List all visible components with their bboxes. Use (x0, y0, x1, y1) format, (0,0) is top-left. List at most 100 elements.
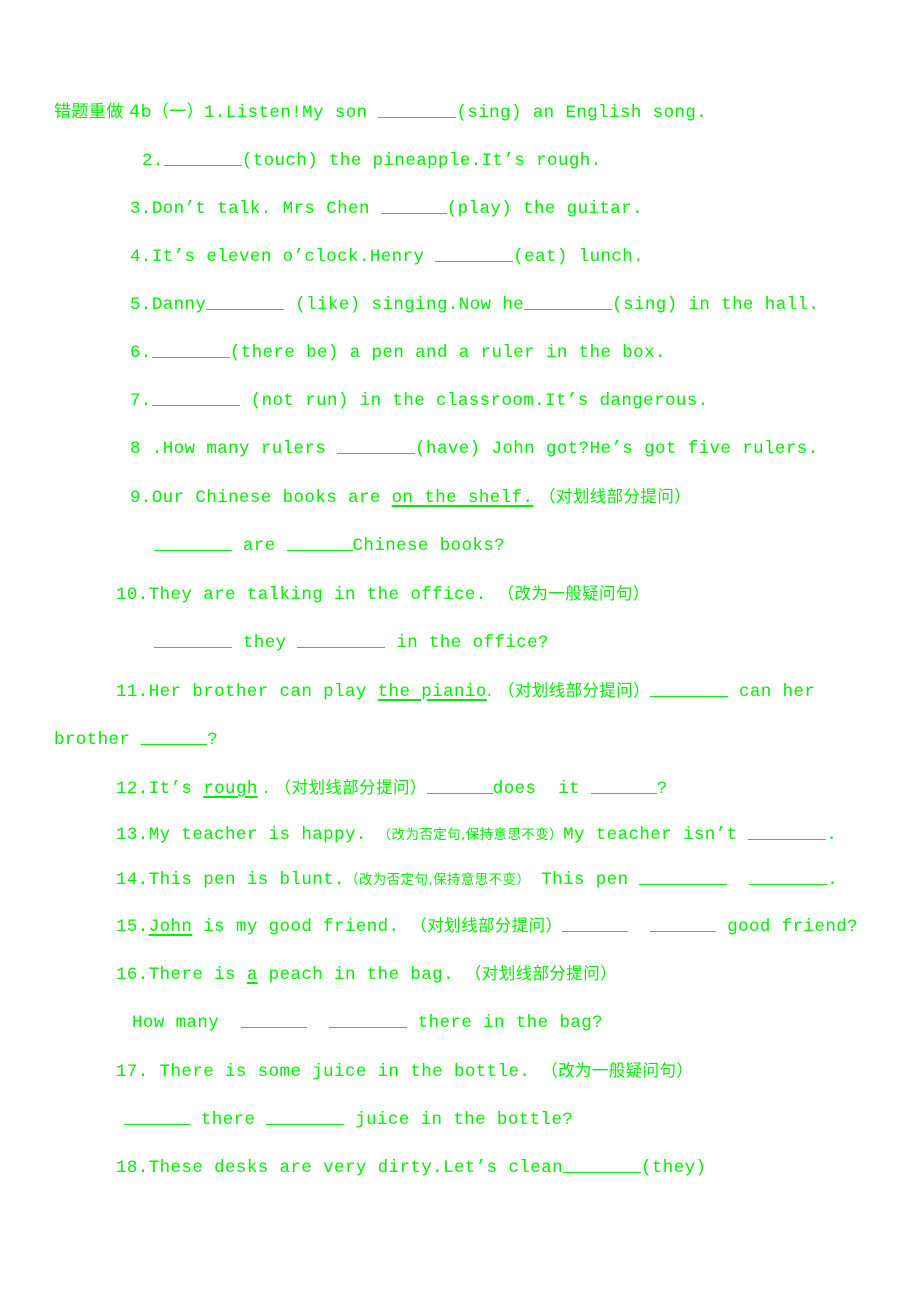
item-9-answer-post: Chinese books? (352, 536, 506, 556)
item-5-blank-2[interactable] (524, 292, 613, 310)
item-3-post: (play) the guitar. (446, 199, 643, 219)
item-14-sp (727, 870, 749, 890)
item-13-pre: My teacher is happy. (148, 825, 378, 845)
item-15-underlined-phrase: John (148, 917, 193, 937)
item-9-instruction: （对划线部分提问） (533, 487, 692, 506)
line-item-10-answer: they in the office? (54, 619, 880, 667)
item-14-blank-2[interactable] (749, 867, 828, 885)
item-11-underlined-phrase: the pianio (377, 682, 487, 702)
item-14-pre: This pen is blunt. (148, 870, 345, 890)
item-7-post: (not run) in the classroom.It’s dangerou… (239, 391, 709, 411)
item-4-number: 4. (130, 247, 152, 267)
item-13-blank-1[interactable] (748, 822, 827, 840)
line-item-12: 12.It’s rough . （对划线部分提问） does it ? (54, 764, 880, 813)
item-3-blank-1[interactable] (380, 196, 447, 214)
line-item-7: 7. (not run) in the classroom.It’s dange… (54, 377, 880, 425)
item-14-blank-1[interactable] (639, 867, 728, 885)
item-13-instruction: （改为否定句,保持意思不变） (377, 827, 564, 843)
item-16-blank-1[interactable] (241, 1010, 308, 1028)
item-5-blank-1[interactable] (206, 292, 285, 310)
item-8-number: 8 . (130, 439, 163, 459)
item-11-number: 11. (116, 682, 149, 702)
item-12-answer-post: ? (656, 779, 668, 799)
item-16-number: 16. (116, 965, 149, 985)
item-11-instruction: . （对划线部分提问） (486, 681, 651, 700)
item-4-blank-1[interactable] (435, 244, 514, 262)
line-item-8: 8 .How many rulers (have) John got?He’s … (54, 425, 880, 473)
item-2-post: (touch) the pineapple.It’s rough. (241, 151, 602, 171)
line-item-17: 17. There is some juice in the bottle. （… (54, 1047, 880, 1096)
item-13-answer-post: . (826, 825, 838, 845)
item-15-blank-1[interactable] (562, 914, 629, 932)
item-14-number: 14. (116, 870, 149, 890)
line-item-15: 15.John is my good friend. （对划线部分提问） goo… (54, 903, 880, 950)
item-9-answer-mid: are (232, 536, 287, 556)
item-9-blank-2[interactable] (286, 533, 353, 551)
line-item-14: 14.This pen is blunt.（改为否定句,保持意思不变） This… (54, 858, 880, 903)
line-item-13: 13.My teacher is happy. （改为否定句,保持意思不变）My… (54, 813, 880, 858)
item-16-answer-post: there in the bag? (406, 1013, 604, 1033)
item-13-answer-pre: My teacher isn’t (563, 825, 749, 845)
item-11-blank-2[interactable] (141, 727, 208, 745)
line-item-17-answer: there juice in the bottle? (54, 1096, 880, 1144)
item-17-number: 17. (116, 1062, 149, 1082)
item-14-answer-pre: This pen (530, 870, 640, 890)
item-5-number: 5. (130, 295, 152, 315)
item-5-post: (sing) in the hall. (612, 295, 820, 315)
item-10-blank-2[interactable] (297, 630, 386, 648)
item-11-answer-wrap-post: ? (207, 730, 219, 750)
page-title: 错题重做 4b（一） (54, 102, 205, 122)
line-item-9: 9.Our Chinese books are on the shelf. （对… (54, 473, 880, 522)
item-9-number: 9. (130, 488, 152, 508)
item-12-blank-2[interactable] (590, 776, 657, 794)
item-6-number: 6. (130, 343, 152, 363)
line-item-11-answer-wrap: brother ? (54, 716, 880, 764)
item-6-blank-1[interactable] (151, 340, 230, 358)
item-10-blank-1[interactable] (154, 630, 232, 648)
line-item-4: 4.It’s eleven o’clock.Henry (eat) lunch. (54, 233, 880, 281)
item-1-blank-1[interactable] (378, 100, 457, 118)
item-18-post: (they) (640, 1158, 707, 1178)
item-5-pre: Danny (151, 295, 207, 315)
item-15-number: 15. (116, 917, 149, 937)
item-17-answer-mid: there (190, 1110, 267, 1130)
item-17-instruction: （改为一般疑问句） (541, 1061, 694, 1080)
item-2-blank-1[interactable] (163, 148, 242, 166)
item-1-post: (sing) an English song. (456, 103, 708, 123)
item-5-mid: (like) singing.Now he (284, 295, 525, 315)
item-1-number: 1. (204, 103, 226, 123)
item-8-pre: How many rulers (162, 439, 338, 459)
item-10-answer-post: in the office? (385, 633, 549, 653)
line-item-18: 18.These desks are very dirty.Let’s clea… (54, 1144, 880, 1192)
item-18-blank-1[interactable] (562, 1155, 641, 1173)
item-12-blank-1[interactable] (426, 776, 493, 794)
item-17-blank-1[interactable] (124, 1107, 190, 1125)
item-15-sp (628, 917, 650, 937)
item-3-pre: Don’t talk. Mrs Chen (151, 199, 381, 219)
item-17-blank-2[interactable] (266, 1107, 345, 1125)
item-12-answer-mid: does it (492, 779, 591, 799)
item-16-instruction: （对划线部分提问） (464, 964, 617, 983)
item-16-pre: There is (148, 965, 247, 985)
item-12-instruction: . （对划线部分提问） (257, 778, 427, 797)
item-11-answer-wrap-pre: brother (54, 730, 142, 750)
item-14-instruction: （改为否定句,保持意思不变） (344, 872, 531, 888)
item-8-blank-1[interactable] (337, 436, 416, 454)
item-9-pre: Our Chinese books are (151, 488, 392, 508)
item-12-pre: It’s (148, 779, 204, 799)
item-7-blank-1[interactable] (151, 388, 240, 406)
item-9-blank-1[interactable] (154, 533, 232, 551)
worksheet-body: 错题重做 4b（一）1.Listen!My son (sing) an Engl… (54, 88, 880, 1192)
item-15-mid: is my good friend. (192, 917, 411, 937)
item-8-post: (have) John got?He’s got five rulers. (415, 439, 819, 459)
item-9-underlined-phrase: on the shelf. (391, 488, 534, 508)
item-11-pre: Her brother can play (148, 682, 378, 702)
item-12-number: 12. (116, 779, 149, 799)
item-16-sp (307, 1013, 329, 1033)
item-16-mid: peach in the bag. (257, 965, 465, 985)
item-16-underlined-phrase: a (246, 965, 258, 985)
item-11-blank-1[interactable] (650, 679, 729, 697)
item-15-answer-post: good friend? (716, 917, 859, 937)
item-16-blank-2[interactable] (328, 1010, 407, 1028)
item-15-blank-2[interactable] (650, 914, 717, 932)
